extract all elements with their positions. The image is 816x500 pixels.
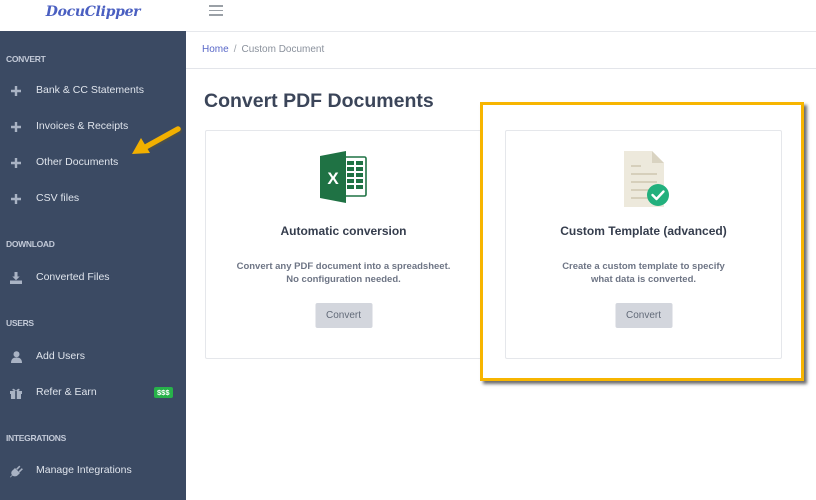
page-title: Convert PDF Documents	[204, 90, 434, 112]
sidebar-item-bank-cc-statements[interactable]: Bank & CC Statements	[0, 78, 186, 104]
card-description-line: what data is converted.	[590, 274, 697, 285]
breadcrumb-home-link[interactable]: Home	[202, 44, 229, 55]
sidebar-item-add-users[interactable]: Add Users	[0, 344, 186, 370]
sidebar: CONVERT Bank & CC Statements Invoices & …	[0, 31, 186, 500]
sidebar-item-label: Add Users	[36, 350, 86, 362]
breadcrumb-separator: /	[233, 44, 237, 55]
card-description-line: Convert any PDF document into a spreadsh…	[236, 261, 451, 272]
svg-text:X: X	[327, 169, 339, 188]
document-check-icon	[616, 151, 672, 207]
user-icon	[9, 350, 23, 364]
gift-icon	[9, 386, 23, 400]
sidebar-item-refer-earn[interactable]: Refer & Earn $$$	[0, 380, 186, 406]
section-label-users: USERS	[6, 318, 34, 328]
automatic-convert-button[interactable]: Convert	[315, 303, 372, 328]
card-description: Convert any PDF document into a spreadsh…	[206, 260, 481, 286]
hamburger-icon[interactable]	[209, 5, 223, 16]
custom-template-card: Custom Template (advanced) Create a cust…	[505, 130, 782, 359]
sidebar-item-label: Refer & Earn	[36, 386, 97, 398]
sidebar-item-label: CSV files	[36, 192, 80, 204]
sidebar-item-label: Other Documents	[36, 156, 119, 168]
sidebar-item-label: Converted Files	[36, 271, 110, 283]
card-description: Create a custom template to specify what…	[506, 260, 781, 286]
sidebar-item-invoices-receipts[interactable]: Invoices & Receipts	[0, 114, 186, 140]
custom-template-convert-button[interactable]: Convert	[615, 303, 672, 328]
card-title: Automatic conversion	[280, 224, 407, 238]
top-bar: DocuClipper	[0, 0, 816, 31]
card-description-line: Create a custom template to specify	[562, 261, 725, 272]
sidebar-item-label: Manage Integrations	[36, 464, 132, 476]
plus-icon	[9, 156, 23, 170]
sidebar-item-other-documents[interactable]: Other Documents	[0, 150, 186, 176]
refer-badge: $$$	[154, 387, 173, 398]
plus-icon	[9, 192, 23, 206]
automatic-conversion-card: X Automatic conversion Convert any PDF d…	[205, 130, 482, 359]
sidebar-item-manage-integrations[interactable]: Manage Integrations	[0, 458, 186, 484]
breadcrumb-current: Custom Document	[241, 44, 325, 55]
sidebar-item-label: Bank & CC Statements	[36, 84, 144, 96]
section-label-download: DOWNLOAD	[6, 239, 55, 249]
breadcrumb: Home / Custom Document	[186, 32, 816, 69]
card-title: Custom Template (advanced)	[560, 224, 727, 238]
sidebar-item-csv-files[interactable]: CSV files	[0, 186, 186, 212]
download-icon	[9, 271, 23, 285]
section-label-convert: CONVERT	[6, 54, 46, 64]
plug-icon	[9, 464, 23, 478]
logo[interactable]: DocuClipper	[0, 0, 186, 31]
sidebar-item-converted-files[interactable]: Converted Files	[0, 265, 186, 291]
main-content: Home / Custom Document Convert PDF Documen…	[186, 31, 816, 500]
card-description-line: No configuration needed.	[286, 274, 401, 285]
excel-icon: X	[316, 151, 372, 203]
section-label-integrations: INTEGRATIONS	[6, 433, 66, 443]
sidebar-item-label: Invoices & Receipts	[36, 120, 129, 132]
plus-icon	[9, 120, 23, 134]
plus-icon	[9, 84, 23, 98]
